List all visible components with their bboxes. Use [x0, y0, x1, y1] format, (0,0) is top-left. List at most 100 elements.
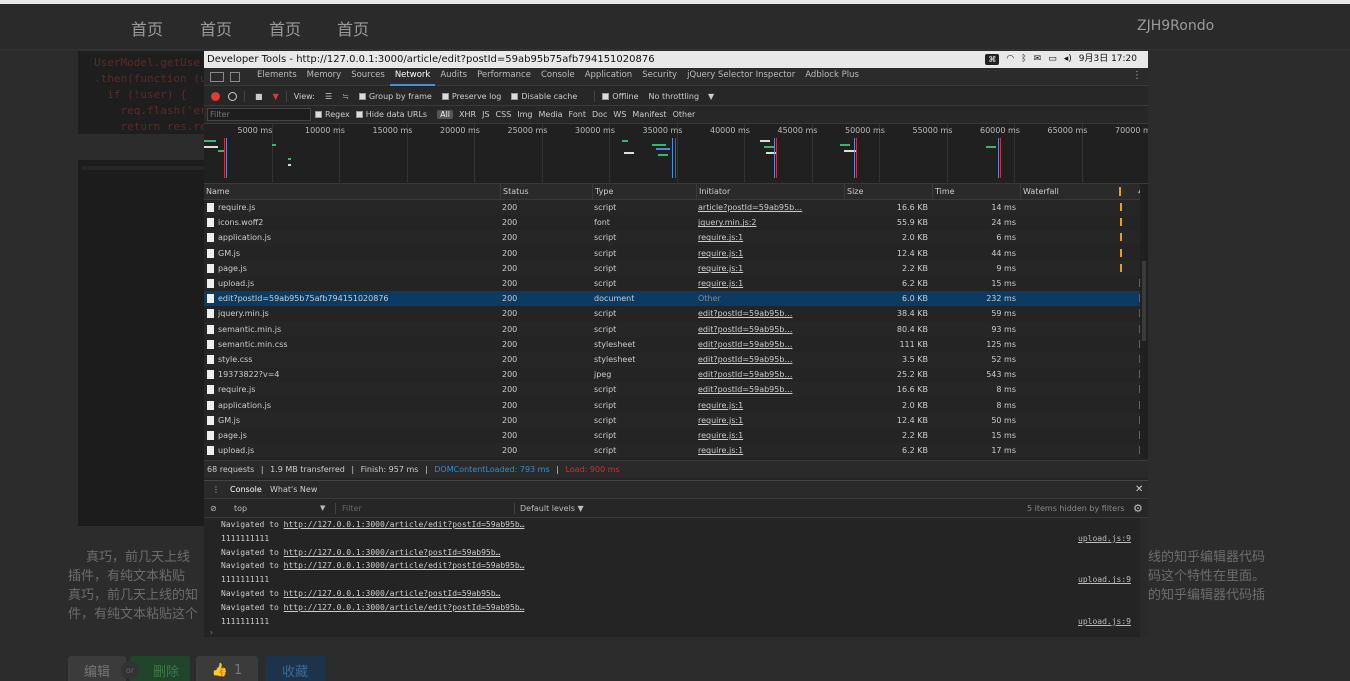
filter-type-js[interactable]: JS	[482, 110, 489, 119]
throttling-select[interactable]: No throttling ▼	[649, 92, 715, 101]
disable-cache-checkbox[interactable]: Disable cache	[511, 92, 577, 101]
column-name[interactable]: Name	[204, 184, 500, 200]
filter-type-all[interactable]: All	[437, 110, 454, 119]
preserve-log-checkbox[interactable]: Preserve log	[441, 92, 501, 101]
filter-type-css[interactable]: CSS	[496, 110, 512, 119]
nav-home-3[interactable]: 首页	[269, 16, 301, 40]
request-initiator[interactable]: require.js:1	[698, 276, 844, 291]
regex-checkbox[interactable]: Regex	[315, 110, 350, 119]
context-select[interactable]: top	[234, 499, 247, 518]
block-icon[interactable]: ⊘	[210, 499, 217, 518]
edit-button[interactable]: 编辑	[68, 656, 126, 681]
request-row[interactable]: application.js 200 script require.js:1 2.0 K…	[204, 230, 1148, 246]
more-options-icon[interactable]: ⋮	[1132, 70, 1142, 81]
request-row[interactable]: upload.js 200 script require.js:1 6.2 KB 15 m…	[204, 276, 1148, 291]
tab-security[interactable]: Security	[637, 67, 682, 86]
camera-icon[interactable]: ■	[255, 92, 263, 101]
group-by-frame-checkbox[interactable]: Group by frame	[358, 92, 432, 101]
column-time[interactable]: Time	[932, 184, 1020, 200]
offline-checkbox[interactable]: Offline	[602, 92, 639, 101]
request-initiator[interactable]: edit?postId=59ab95b…	[698, 337, 844, 352]
tab-adblock-plus[interactable]: Adblock Plus	[800, 67, 864, 86]
filter-type-media[interactable]: Media	[539, 110, 563, 119]
user-name[interactable]: ZJH9Rondo	[1137, 18, 1214, 34]
request-initiator[interactable]: edit?postId=59ab95b…	[698, 322, 844, 337]
request-initiator[interactable]: require.js:1	[698, 230, 844, 245]
request-row[interactable]: upload.js 200 script require.js:1 6.2 KB 17 m…	[204, 443, 1148, 459]
filter-type-manifest[interactable]: Manifest	[632, 110, 666, 119]
console-message-link[interactable]: http://127.0.0.1:3000/article?postId=59a…	[284, 589, 501, 598]
device-toolbar-icon[interactable]	[230, 71, 240, 82]
filter-type-ws[interactable]: WS	[613, 110, 626, 119]
request-row[interactable]: GM.js 200 script require.js:1 12.4 KB 50 ms	[204, 412, 1148, 428]
request-row[interactable]: page.js 200 script require.js:1 2.2 KB 9 ms	[204, 260, 1148, 276]
filter-type-xhr[interactable]: XHR	[459, 110, 476, 119]
filter-icon[interactable]: ▼	[273, 92, 279, 101]
request-row[interactable]: 19373822?v=4 200 jpeg edit?postId=59ab95b… 2…	[204, 367, 1148, 382]
clear-button[interactable]	[228, 91, 237, 101]
request-initiator[interactable]: edit?postId=59ab95b…	[698, 367, 844, 382]
console-source-link[interactable]: upload.js:9	[1078, 534, 1131, 543]
tab-memory[interactable]: Memory	[302, 67, 347, 86]
console-source-link[interactable]: upload.js:9	[1078, 617, 1131, 626]
request-initiator[interactable]: edit?postId=59ab95b…	[698, 352, 844, 367]
drawer-tab-whats-new[interactable]: What's New	[270, 481, 317, 499]
filter-input[interactable]: Filter	[207, 108, 311, 121]
tab-elements[interactable]: Elements	[252, 67, 302, 86]
console-message-link[interactable]: http://127.0.0.1:3000/article/edit?postI…	[284, 561, 525, 570]
waterfall-view-icon[interactable]: ≒	[342, 92, 349, 101]
request-initiator[interactable]: require.js:1	[698, 413, 844, 428]
console-message-link[interactable]: http://127.0.0.1:3000/article?postId=59a…	[284, 548, 501, 557]
close-icon[interactable]: ✕	[1135, 481, 1143, 499]
column-waterfall[interactable]: Waterfall	[1020, 184, 1140, 200]
tab-performance[interactable]: Performance	[472, 67, 536, 86]
nav-home-1[interactable]: 首页	[131, 16, 163, 40]
request-row[interactable]: page.js 200 script require.js:1 2.2 KB 15 ms	[204, 428, 1148, 443]
tab-network[interactable]: Network	[389, 67, 436, 86]
request-initiator[interactable]: edit?postId=59ab95b…	[698, 306, 844, 321]
console-message-link[interactable]: http://127.0.0.1:3000/article/edit?postI…	[284, 603, 525, 612]
request-initiator[interactable]: require.js:1	[698, 443, 844, 458]
request-row[interactable]: style.css 200 stylesheet edit?postId=59ab95…	[204, 352, 1148, 367]
request-row[interactable]: jquery.min.js 200 script edit?postId=59ab95…	[204, 306, 1148, 321]
tab-sources[interactable]: Sources	[346, 67, 390, 86]
request-initiator[interactable]: article?postId=59ab95b…	[698, 200, 844, 215]
hide-data-urls-checkbox[interactable]: Hide data URLs	[355, 110, 427, 119]
inspect-icon[interactable]	[210, 71, 224, 82]
gear-icon[interactable]: ⚙	[1133, 499, 1143, 518]
column-size[interactable]: Size	[844, 184, 932, 200]
filter-type-doc[interactable]: Doc	[592, 110, 607, 119]
filter-type-font[interactable]: Font	[569, 110, 586, 119]
tab-console[interactable]: Console	[536, 67, 580, 86]
tab-jquery-selector-inspector[interactable]: jQuery Selector Inspector	[682, 67, 800, 86]
delete-button[interactable]: 删除	[130, 656, 190, 681]
column-type[interactable]: Type	[592, 184, 696, 200]
request-initiator[interactable]: require.js:1	[698, 398, 844, 413]
like-button[interactable]: 👍 1	[196, 656, 258, 681]
request-row[interactable]: edit?postId=59ab95b75afb794151020876 200 d…	[204, 291, 1148, 307]
nav-home-2[interactable]: 首页	[200, 16, 232, 40]
console-message-link[interactable]: http://127.0.0.1:3000/article/edit?postI…	[284, 520, 525, 529]
favorite-button[interactable]: 收藏	[265, 656, 325, 681]
log-levels-select[interactable]: Default levels ▼	[520, 499, 584, 518]
request-row[interactable]: semantic.min.js 200 script edit?postId=59ab…	[204, 321, 1148, 337]
table-scrollbar-thumb[interactable]	[1142, 261, 1146, 341]
console-source-link[interactable]: upload.js:9	[1078, 575, 1131, 584]
request-row[interactable]: semantic.min.css 200 stylesheet edit?postId…	[204, 337, 1148, 352]
tab-audits[interactable]: Audits	[435, 67, 472, 86]
request-row[interactable]: require.js 200 script article?postId=59ab95…	[204, 200, 1148, 215]
drawer-menu-icon[interactable]: ⋮	[212, 481, 220, 499]
console-scrollbar[interactable]	[1140, 518, 1148, 637]
request-row[interactable]: GM.js 200 script require.js:1 12.4 KB 44 ms	[204, 246, 1148, 261]
request-initiator[interactable]: require.js:1	[698, 246, 844, 261]
request-initiator[interactable]: jquery.min.js:2	[698, 215, 844, 230]
filter-type-img[interactable]: Img	[517, 110, 532, 119]
filter-type-other[interactable]: Other	[673, 110, 696, 119]
request-row[interactable]: application.js 200 script require.js:1 2.0 K…	[204, 398, 1148, 413]
request-initiator[interactable]: require.js:1	[698, 261, 844, 276]
column-status[interactable]: Status	[500, 184, 592, 200]
list-view-icon[interactable]: ☰	[325, 92, 332, 101]
drawer-tab-console[interactable]: Console	[230, 481, 262, 499]
tab-application[interactable]: Application	[580, 67, 638, 86]
nav-home-4[interactable]: 首页	[337, 16, 369, 40]
